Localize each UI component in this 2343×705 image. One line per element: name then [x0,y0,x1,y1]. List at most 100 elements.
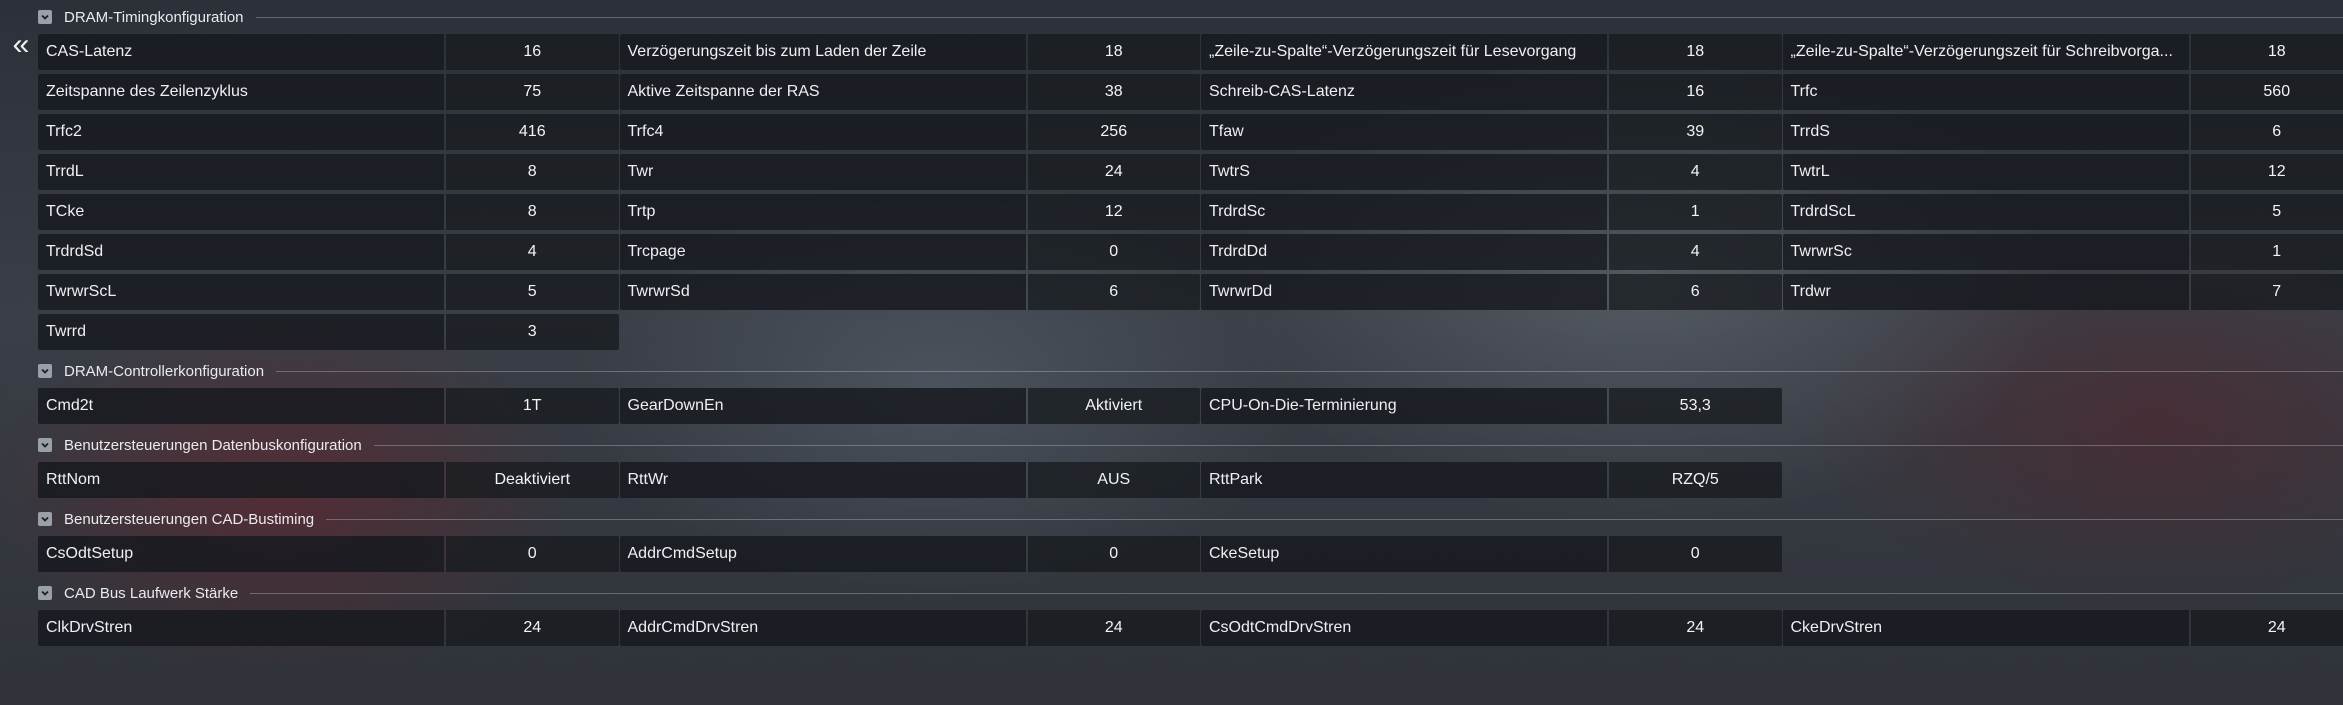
setting-item[interactable]: TrdrdScL 5 [1782,194,2343,230]
setting-item[interactable]: Verzögerungszeit bis zum Laden der Zeile… [619,34,1200,70]
setting-value[interactable]: 24 [1609,610,1782,646]
setting-item[interactable]: CsOdtCmdDrvStren 24 [1201,610,1782,646]
setting-value[interactable]: AUS [1027,462,1200,498]
setting-label: Tfaw [1201,114,1607,150]
setting-value[interactable]: 4 [1609,154,1782,190]
section-header[interactable]: Benutzersteuerungen Datenbuskonfiguratio… [38,428,2343,462]
section-header[interactable]: CAD Bus Laufwerk Stärke [38,576,2343,610]
setting-label: CkeSetup [1201,536,1607,572]
section-header[interactable]: DRAM-Timingkonfiguration [38,0,2343,34]
setting-item[interactable]: TwtrS 4 [1201,154,1782,190]
setting-item[interactable]: Tfaw 39 [1201,114,1782,150]
setting-item[interactable]: AddrCmdDrvStren 24 [619,610,1200,646]
setting-value[interactable]: 1 [1609,194,1782,230]
chevron-down-icon [38,586,52,600]
setting-item[interactable]: Schreib-CAS-Latenz 16 [1201,74,1782,110]
setting-item[interactable]: TwrwrScL 5 [38,274,619,310]
setting-item[interactable]: CsOdtSetup 0 [38,536,619,572]
setting-item[interactable]: TrdrdSc 1 [1201,194,1782,230]
setting-value[interactable]: Aktiviert [1027,388,1200,424]
setting-item[interactable]: CkeSetup 0 [1201,536,1782,572]
setting-item[interactable]: CPU-On-Die-Terminierung 53,3 [1201,388,1782,424]
setting-item[interactable]: TwrwrDd 6 [1201,274,1782,310]
setting-value[interactable]: 38 [1027,74,1200,110]
setting-value[interactable]: 7 [2190,274,2343,310]
setting-value[interactable]: 6 [1027,274,1200,310]
section-header[interactable]: DRAM-Controllerkonfiguration [38,354,2343,388]
setting-value[interactable]: 6 [1609,274,1782,310]
setting-label: TrdrdSd [38,234,444,270]
setting-value[interactable]: 0 [1609,536,1782,572]
section-header[interactable]: Benutzersteuerungen CAD-Bustiming [38,502,2343,536]
setting-value[interactable]: 8 [446,194,619,230]
setting-value[interactable]: 256 [1027,114,1200,150]
setting-item[interactable]: Zeitspanne des Zeilenzyklus 75 [38,74,619,110]
setting-value[interactable]: 0 [1027,536,1200,572]
collapse-panel-button[interactable]: « [8,30,34,60]
setting-label: Trfc2 [38,114,444,150]
setting-value[interactable]: 560 [2190,74,2343,110]
setting-item[interactable]: AddrCmdSetup 0 [619,536,1200,572]
setting-value[interactable]: 12 [1027,194,1200,230]
setting-item[interactable]: RttWr AUS [619,462,1200,498]
setting-value[interactable]: 4 [1609,234,1782,270]
setting-value[interactable]: RZQ/5 [1609,462,1782,498]
setting-item[interactable]: CAS-Latenz 16 [38,34,619,70]
setting-value[interactable]: 18 [1027,34,1200,70]
setting-item[interactable]: TwrwrSc 1 [1782,234,2343,270]
setting-value[interactable]: 4 [446,234,619,270]
settings-grid: CsOdtSetup 0 AddrCmdSetup 0 CkeSetup 0 [38,536,2343,572]
setting-value[interactable]: 18 [1609,34,1782,70]
setting-item[interactable]: TrrdS 6 [1782,114,2343,150]
setting-item[interactable]: Trfc 560 [1782,74,2343,110]
setting-value[interactable]: 3 [446,314,619,350]
setting-item[interactable]: TwtrL 12 [1782,154,2343,190]
setting-label: Cmd2t [38,388,444,424]
setting-value[interactable]: 416 [446,114,619,150]
setting-value[interactable]: 1 [2190,234,2343,270]
setting-item[interactable]: „Zeile-zu-Spalte“-Verzögerungszeit für S… [1782,34,2343,70]
setting-value[interactable]: 8 [446,154,619,190]
setting-value[interactable]: 53,3 [1609,388,1782,424]
setting-item[interactable]: ClkDrvStren 24 [38,610,619,646]
setting-value[interactable]: 24 [1027,154,1200,190]
setting-item[interactable]: TrrdL 8 [38,154,619,190]
setting-value[interactable]: 5 [446,274,619,310]
setting-value[interactable]: Deaktiviert [446,462,619,498]
setting-value[interactable]: 16 [446,34,619,70]
setting-label: TwtrS [1201,154,1607,190]
setting-label: RttPark [1201,462,1607,498]
setting-value[interactable]: 16 [1609,74,1782,110]
setting-value[interactable]: 75 [446,74,619,110]
setting-item[interactable]: TrdrdSd 4 [38,234,619,270]
setting-item[interactable]: Twrrd 3 [38,314,619,350]
setting-value[interactable]: 39 [1609,114,1782,150]
setting-item[interactable]: TrdrdDd 4 [1201,234,1782,270]
setting-item[interactable]: Trfc2 416 [38,114,619,150]
setting-item[interactable]: Twr 24 [619,154,1200,190]
setting-item[interactable]: RttPark RZQ/5 [1201,462,1782,498]
setting-item[interactable]: TwrwrSd 6 [619,274,1200,310]
setting-value[interactable]: 5 [2190,194,2343,230]
setting-value[interactable]: 6 [2190,114,2343,150]
setting-item[interactable]: Trfc4 256 [619,114,1200,150]
setting-value[interactable]: 24 [2190,610,2343,646]
setting-value[interactable]: 24 [1027,610,1200,646]
setting-item[interactable]: Aktive Zeitspanne der RAS 38 [619,74,1200,110]
setting-item[interactable]: RttNom Deaktiviert [38,462,619,498]
setting-item[interactable]: Trtp 12 [619,194,1200,230]
setting-item[interactable]: Trdwr 7 [1782,274,2343,310]
setting-item[interactable]: Cmd2t 1T [38,388,619,424]
setting-value[interactable]: 0 [446,536,619,572]
setting-value[interactable]: 18 [2190,34,2343,70]
setting-item[interactable]: GearDownEn Aktiviert [619,388,1200,424]
setting-item[interactable]: Trcpage 0 [619,234,1200,270]
setting-value[interactable]: 1T [446,388,619,424]
setting-value[interactable]: 24 [446,610,619,646]
setting-item[interactable]: „Zeile-zu-Spalte“-Verzögerungszeit für L… [1201,34,1782,70]
section-title: DRAM-Controllerkonfiguration [64,362,265,380]
setting-value[interactable]: 0 [1027,234,1200,270]
setting-item[interactable]: CkeDrvStren 24 [1782,610,2343,646]
setting-value[interactable]: 12 [2190,154,2343,190]
setting-item[interactable]: TCke 8 [38,194,619,230]
